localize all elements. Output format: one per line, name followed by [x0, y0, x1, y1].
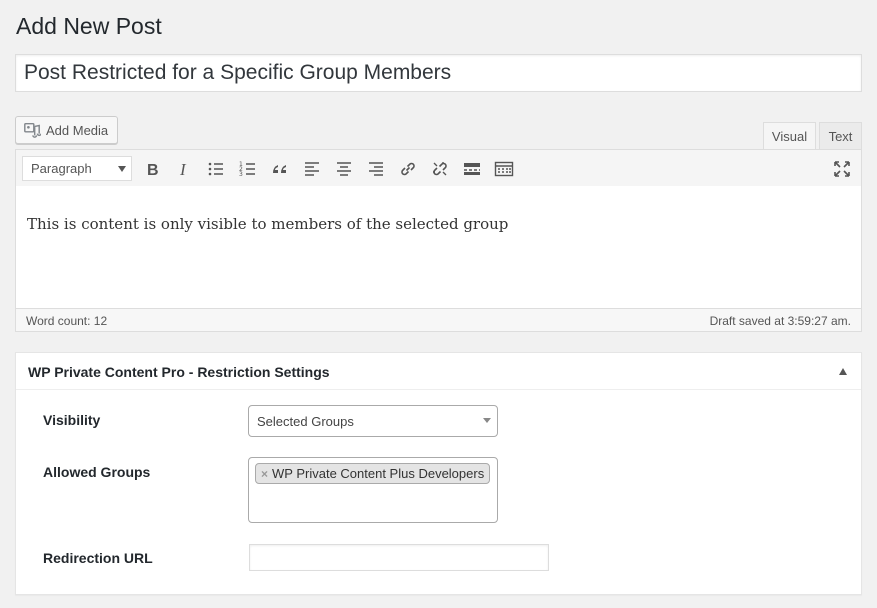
- blockquote-button[interactable]: [268, 157, 292, 181]
- format-select-value: Paragraph: [31, 161, 92, 176]
- group-chip-label: WP Private Content Plus Developers: [272, 466, 485, 481]
- svg-text:B: B: [147, 162, 159, 179]
- word-count: Word count: 12: [26, 314, 108, 328]
- bold-icon: B: [147, 162, 159, 179]
- read-more-button[interactable]: [460, 157, 484, 181]
- redirection-url-label: Redirection URL: [43, 550, 153, 566]
- editor-content-area[interactable]: This is content is only visible to membe…: [15, 186, 862, 309]
- bullet-list-icon: [208, 162, 223, 176]
- align-right-icon: [369, 162, 383, 176]
- align-right-button[interactable]: [364, 157, 388, 181]
- link-button[interactable]: [396, 157, 420, 181]
- chevron-down-icon: [483, 418, 491, 423]
- post-title-input[interactable]: [15, 54, 862, 92]
- svg-text:3: 3: [239, 171, 243, 178]
- allowed-groups-label: Allowed Groups: [43, 464, 151, 480]
- group-chip: × WP Private Content Plus Developers: [255, 463, 491, 484]
- page-title: Add New Post: [16, 13, 162, 39]
- add-media-button[interactable]: Add Media: [15, 116, 118, 144]
- collapse-arrow-icon[interactable]: [839, 368, 847, 375]
- align-left-button[interactable]: [300, 157, 324, 181]
- media-icon: [24, 122, 41, 138]
- tab-text[interactable]: Text: [819, 122, 862, 150]
- numbered-list-icon: 1 2 3: [239, 161, 255, 178]
- remove-chip-icon[interactable]: ×: [261, 467, 268, 481]
- toolbar-toggle-button[interactable]: [492, 157, 516, 181]
- read-more-icon: [464, 163, 480, 175]
- metabox-title: WP Private Content Pro - Restriction Set…: [28, 364, 330, 380]
- toolbar-toggle-icon: [494, 161, 514, 177]
- editor-toolbar: Paragraph B I 1 2 3: [15, 149, 862, 187]
- add-media-label: Add Media: [46, 122, 109, 138]
- tab-visual[interactable]: Visual: [763, 122, 816, 150]
- visibility-select-value: Selected Groups: [257, 413, 354, 429]
- italic-button[interactable]: I: [172, 157, 196, 181]
- editor-statusbar: Word count: 12 Draft saved at 3:59:27 am…: [15, 308, 862, 332]
- fullscreen-button[interactable]: [830, 157, 854, 181]
- visibility-label: Visibility: [43, 412, 101, 428]
- bold-button[interactable]: B: [140, 157, 164, 181]
- italic-icon: I: [179, 160, 187, 179]
- restriction-settings-metabox: WP Private Content Pro - Restriction Set…: [15, 352, 862, 595]
- metabox-header[interactable]: WP Private Content Pro - Restriction Set…: [16, 353, 861, 390]
- svg-text:I: I: [179, 160, 187, 179]
- allowed-groups-multiselect[interactable]: × WP Private Content Plus Developers: [248, 457, 498, 523]
- align-left-icon: [305, 162, 319, 176]
- redirection-url-input[interactable]: [249, 544, 549, 571]
- align-center-button[interactable]: [332, 157, 356, 181]
- visibility-select[interactable]: Selected Groups: [248, 405, 498, 437]
- editor-content-text[interactable]: This is content is only visible to membe…: [27, 215, 508, 233]
- chevron-down-icon: [118, 166, 126, 172]
- align-center-icon: [337, 162, 351, 176]
- numbered-list-button[interactable]: 1 2 3: [236, 157, 260, 181]
- unlink-button[interactable]: [428, 157, 452, 181]
- format-select[interactable]: Paragraph: [22, 156, 132, 181]
- draft-saved-status: Draft saved at 3:59:27 am.: [709, 314, 851, 328]
- fullscreen-icon: [834, 161, 850, 177]
- bullet-list-button[interactable]: [204, 157, 228, 181]
- link-icon: [401, 162, 415, 176]
- unlink-icon: [433, 162, 447, 176]
- blockquote-icon: [273, 165, 286, 173]
